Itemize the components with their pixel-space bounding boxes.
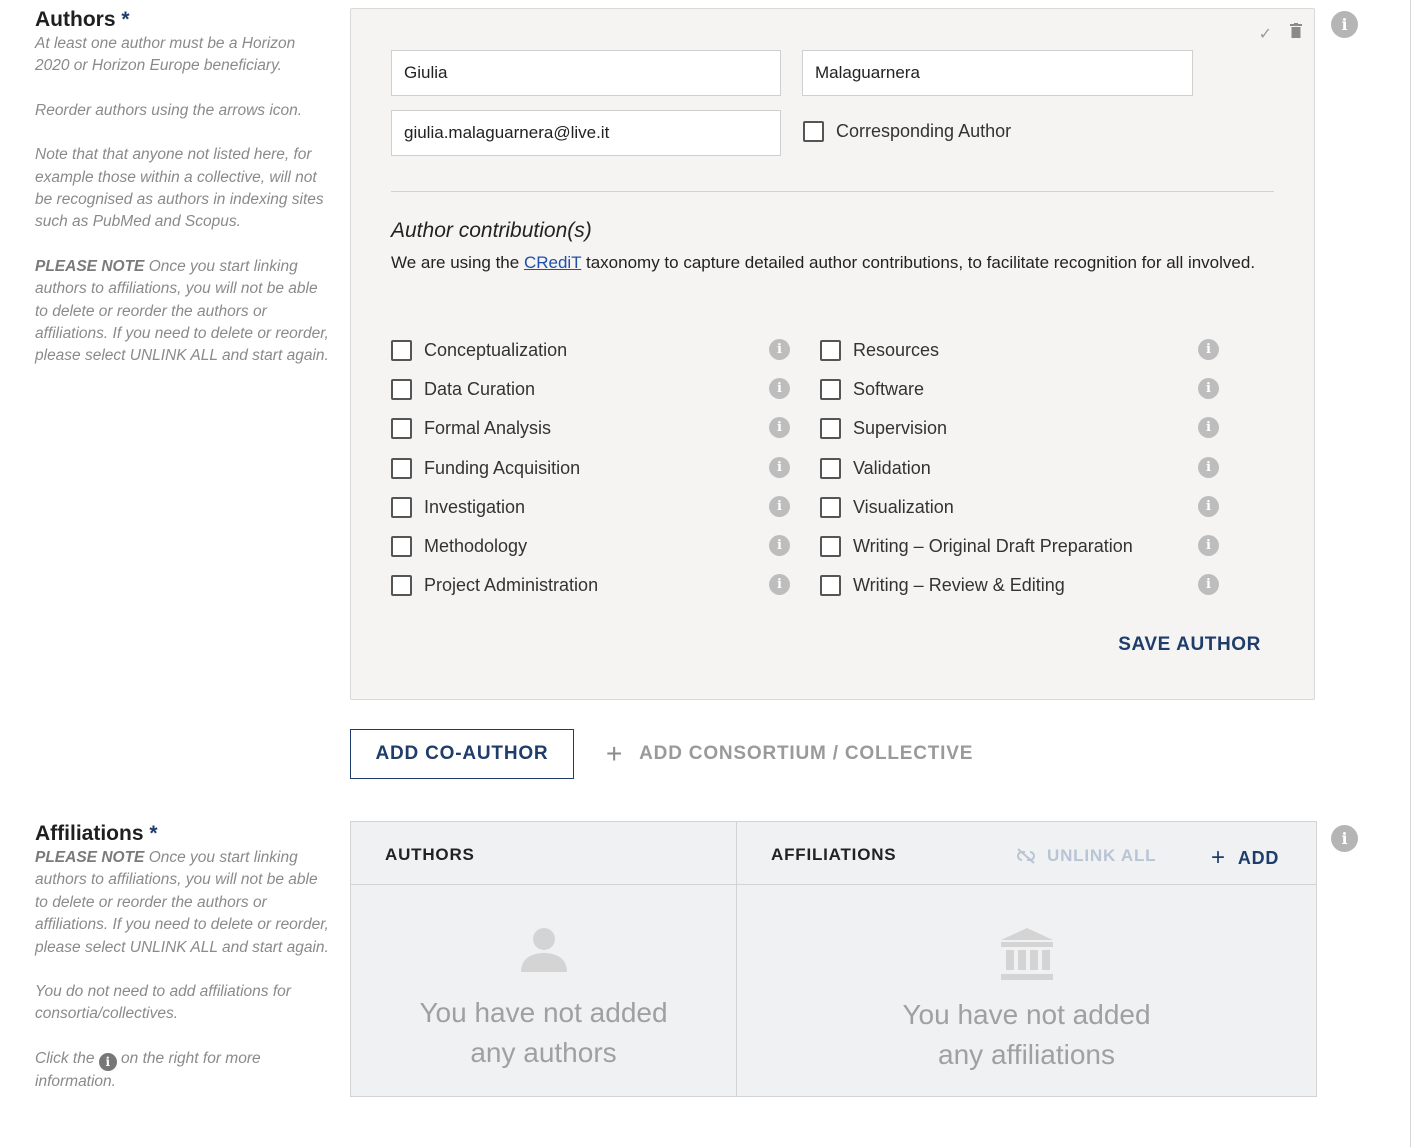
- corresponding-author-checkbox[interactable]: [803, 121, 824, 142]
- check-icon[interactable]: ✓: [1259, 24, 1272, 44]
- info-icon[interactable]: i: [1198, 534, 1219, 556]
- no-affiliations-empty-state: You have not added any affiliations: [737, 926, 1316, 1075]
- contribution-label: Resources: [853, 340, 940, 361]
- add-consortium-button[interactable]: + ADD CONSORTIUM / COLLECTIVE: [606, 738, 973, 769]
- contribution-checkbox[interactable]: [391, 418, 412, 440]
- authors-info-icon[interactable]: i: [1331, 11, 1358, 38]
- contribution-checkbox[interactable]: [391, 457, 412, 479]
- contribution-label: Funding Acquisition: [424, 457, 581, 478]
- plus-icon: +: [1211, 844, 1226, 871]
- contribution-item[interactable]: Writing – Original Draft Preparation i: [820, 527, 1249, 566]
- info-icon[interactable]: i: [1198, 456, 1219, 478]
- contribution-label: Methodology: [424, 536, 528, 557]
- affiliations-table: AUTHORS You have not added any authors AF…: [350, 821, 1317, 1097]
- affiliations-section-label: Affiliations * PLEASE NOTE Once you star…: [35, 822, 330, 1115]
- contribution-label: Formal Analysis: [424, 418, 552, 439]
- contribution-item[interactable]: Funding Acquisition i: [391, 449, 820, 488]
- contribution-item[interactable]: Visualization i: [820, 488, 1249, 527]
- info-icon[interactable]: i: [1198, 495, 1219, 517]
- affiliations-title: Affiliations *: [35, 822, 158, 845]
- person-icon: [520, 928, 567, 972]
- contribution-label: Visualization: [853, 496, 954, 517]
- contribution-checkbox[interactable]: [391, 575, 412, 597]
- corresponding-author-label: Corresponding Author: [836, 121, 1012, 141]
- contribution-label: Project Administration: [424, 575, 599, 596]
- add-coauthor-button[interactable]: ADD CO-AUTHOR: [350, 729, 574, 779]
- contribution-item[interactable]: Formal Analysis i: [391, 409, 820, 448]
- contribution-checkbox[interactable]: [820, 340, 841, 362]
- scrollbar[interactable]: [1410, 0, 1428, 1147]
- credit-link[interactable]: CRediT: [524, 253, 581, 272]
- authors-column: AUTHORS You have not added any authors: [351, 822, 737, 1096]
- affiliations-column-header: AFFILIATIONS UNLINK ALL + ADD: [737, 822, 1316, 885]
- authors-section-label: Authors * At least one author must be a …: [35, 8, 330, 390]
- add-affiliation-button[interactable]: + ADD: [1211, 844, 1279, 872]
- info-icon[interactable]: i: [769, 378, 790, 400]
- info-icon[interactable]: i: [769, 534, 790, 556]
- info-icon[interactable]: i: [769, 456, 790, 478]
- contribution-checkbox[interactable]: [820, 575, 841, 597]
- contribution-item[interactable]: Investigation i: [391, 488, 820, 527]
- first-name-input[interactable]: [391, 50, 781, 96]
- contribution-item[interactable]: Data Curation i: [391, 370, 820, 409]
- unlink-icon: [1017, 848, 1036, 864]
- info-icon[interactable]: i: [1198, 378, 1219, 400]
- contribution-checkbox[interactable]: [391, 379, 412, 401]
- contribution-list: Conceptualization i Resources i Data Curatio…: [391, 331, 1281, 605]
- corresponding-author[interactable]: Corresponding Author: [803, 121, 1011, 142]
- email-input[interactable]: [391, 110, 781, 156]
- info-icon[interactable]: i: [769, 339, 790, 360]
- contribution-label: Writing – Review & Editing: [853, 575, 1065, 596]
- info-icon[interactable]: i: [1198, 574, 1219, 596]
- contribution-label: Conceptualization: [424, 340, 568, 361]
- card-actions: ✓: [1259, 23, 1302, 44]
- info-icon[interactable]: i: [769, 495, 790, 517]
- contribution-item[interactable]: Validation i: [820, 449, 1249, 488]
- contribution-label: Data Curation: [424, 379, 536, 400]
- contribution-item[interactable]: Writing – Review & Editing i: [820, 566, 1249, 605]
- contribution-item[interactable]: Resources i: [820, 331, 1249, 370]
- info-icon[interactable]: i: [769, 574, 790, 596]
- contribution-item[interactable]: Project Administration i: [391, 566, 820, 605]
- contribution-label: Software: [853, 379, 925, 400]
- contribution-checkbox[interactable]: [820, 496, 841, 518]
- contribution-checkbox[interactable]: [391, 536, 412, 558]
- contrib-title: Author contribution(s): [391, 219, 592, 242]
- contribution-item[interactable]: Supervision i: [820, 409, 1249, 448]
- author-card: ✓ Corresponding Author Author contributi…: [350, 8, 1315, 700]
- contribution-checkbox[interactable]: [391, 496, 412, 518]
- contrib-description: We are using the CRediT taxonomy to capt…: [391, 253, 1256, 272]
- info-icon: i: [98, 1052, 117, 1071]
- contribution-item[interactable]: Methodology i: [391, 527, 820, 566]
- affiliations-column: AFFILIATIONS UNLINK ALL + ADD You have n…: [737, 822, 1316, 1096]
- save-author-button[interactable]: SAVE AUTHOR: [1091, 634, 1261, 656]
- institution-icon: [1000, 928, 1053, 980]
- contribution-label: Investigation: [424, 496, 526, 517]
- trash-icon[interactable]: [1290, 23, 1302, 44]
- authors-column-header: AUTHORS: [351, 822, 736, 885]
- info-icon[interactable]: i: [769, 417, 790, 439]
- unlink-all-button[interactable]: UNLINK ALL: [1015, 846, 1156, 866]
- contribution-checkbox[interactable]: [820, 379, 841, 401]
- contribution-checkbox[interactable]: [820, 536, 841, 558]
- affiliations-info-icon[interactable]: i: [1331, 825, 1358, 852]
- contribution-checkbox[interactable]: [391, 340, 412, 362]
- no-authors-empty-state: You have not added any authors: [351, 926, 736, 1073]
- contribution-item[interactable]: Conceptualization i: [391, 331, 820, 370]
- authors-help: At least one author must be a Horizon 20…: [35, 35, 329, 365]
- contribution-checkbox[interactable]: [820, 457, 841, 479]
- info-icon[interactable]: i: [1198, 417, 1219, 439]
- affiliations-help: PLEASE NOTE Once you start linking autho…: [35, 849, 329, 1090]
- plus-icon: +: [606, 738, 624, 769]
- authors-title: Authors *: [35, 8, 130, 31]
- contribution-item[interactable]: Software i: [820, 370, 1249, 409]
- info-icon[interactable]: i: [1198, 339, 1219, 360]
- contribution-label: Writing – Original Draft Preparation: [853, 536, 1133, 557]
- divider: [391, 191, 1274, 192]
- last-name-input[interactable]: [802, 50, 1193, 96]
- contribution-checkbox[interactable]: [820, 418, 841, 440]
- contribution-label: Supervision: [853, 418, 948, 439]
- contribution-label: Validation: [853, 457, 931, 478]
